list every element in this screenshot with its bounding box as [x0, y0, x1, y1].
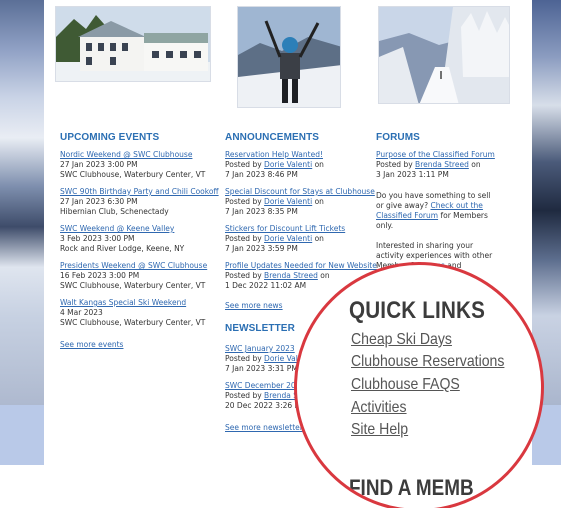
event-item: Presidents Weekend @ SWC Clubhouse 16 Fe… [60, 261, 220, 291]
author-link[interactable]: Dorie Valenti [264, 197, 312, 206]
author-link[interactable]: Dorie Valenti [264, 234, 312, 243]
announcement-byline: Posted by Dorie Valenti on [225, 160, 324, 169]
skier-photo [237, 6, 341, 108]
clubhouse-photo [55, 6, 211, 82]
announcements-heading: ANNOUNCEMENTS [225, 132, 320, 143]
classified-paragraph: Do you have something to sell or give aw… [376, 191, 491, 230]
snowy-trail-photo [378, 6, 510, 104]
announcement-item: Reservation Help Wanted! Posted by Dorie… [225, 150, 375, 180]
forum-topic: Purpose of the Classified Forum Posted b… [376, 150, 506, 180]
author-link[interactable]: Dorie Valenti [264, 160, 312, 169]
author-link[interactable]: Brenda Streed [415, 160, 469, 169]
forum-topic-link[interactable]: Purpose of the Classified Forum [376, 150, 506, 160]
event-link[interactable]: SWC 90th Birthday Party and Chili Cookof… [60, 187, 220, 197]
quick-link-cheap-ski-days[interactable]: Cheap Ski Days [351, 331, 452, 349]
event-item: Walt Kangas Special Ski Weekend 4 Mar 20… [60, 298, 220, 328]
forums-column: FORUMS Purpose of the Classified Forum P… [376, 132, 506, 271]
event-location: Hibernian Club, Schenectady [60, 207, 169, 216]
event-item: SWC Weekend @ Keene Valley 3 Feb 2023 3:… [60, 224, 220, 254]
announcement-date: 7 Jan 2023 8:46 PM [225, 170, 298, 179]
event-date: 4 Mar 2023 [60, 308, 103, 317]
magnifier-overlay: QUICK LINKS Cheap Ski Days Clubhouse Res… [294, 262, 544, 508]
announcement-date: 7 Jan 2023 8:35 PM [225, 207, 298, 216]
event-link[interactable]: SWC Weekend @ Keene Valley [60, 224, 220, 234]
quick-links-heading: QUICK LINKS [349, 297, 486, 324]
event-item: Nordic Weekend @ SWC Clubhouse 27 Jan 20… [60, 150, 220, 180]
announcement-item: Special Discount for Stays at Clubhouse … [225, 187, 375, 217]
forum-date: 3 Jan 2023 1:11 PM [376, 170, 449, 179]
event-date: 3 Feb 2023 3:00 PM [60, 234, 135, 243]
background-photo-left [0, 0, 44, 405]
announcement-link[interactable]: Stickers for Discount Lift Tickets [225, 224, 375, 234]
event-location: Rock and River Lodge, Keene, NY [60, 244, 185, 253]
announcement-byline: Posted by Dorie Valenti on [225, 197, 324, 206]
event-link[interactable]: Walt Kangas Special Ski Weekend [60, 298, 220, 308]
event-link[interactable]: Presidents Weekend @ SWC Clubhouse [60, 261, 220, 271]
quick-link-clubhouse-reservations[interactable]: Clubhouse Reservations [351, 353, 504, 371]
quick-link-activities[interactable]: Activities [351, 399, 407, 417]
event-location: SWC Clubhouse, Waterbury Center, VT [60, 318, 206, 327]
announcement-byline: Posted by Dorie Valenti on [225, 234, 324, 243]
announcement-date: 7 Jan 2023 3:59 PM [225, 244, 298, 253]
upcoming-events-column: UPCOMING EVENTS Nordic Weekend @ SWC Clu… [60, 132, 220, 349]
announcement-item: Stickers for Discount Lift Tickets Poste… [225, 224, 375, 254]
announcement-link[interactable]: Reservation Help Wanted! [225, 150, 375, 160]
event-link[interactable]: Nordic Weekend @ SWC Clubhouse [60, 150, 220, 160]
find-a-member-heading: FIND A MEMB [349, 475, 474, 500]
event-date: 27 Jan 2023 3:00 PM [60, 160, 138, 169]
announcement-link[interactable]: Special Discount for Stays at Clubhouse [225, 187, 375, 197]
forums-heading: FORUMS [376, 132, 420, 143]
event-date: 16 Feb 2023 3:00 PM [60, 271, 140, 280]
event-location: SWC Clubhouse, Waterbury Center, VT [60, 170, 206, 179]
event-date: 27 Jan 2023 6:30 PM [60, 197, 138, 206]
see-more-events-link[interactable]: See more events [60, 340, 220, 349]
quick-link-site-help[interactable]: Site Help [351, 421, 408, 439]
event-item: SWC 90th Birthday Party and Chili Cookof… [60, 187, 220, 217]
upcoming-events-heading: UPCOMING EVENTS [60, 132, 160, 143]
event-location: SWC Clubhouse, Waterbury Center, VT [60, 281, 206, 290]
forum-byline: Posted by Brenda Streed on [376, 160, 481, 169]
quick-link-clubhouse-faqs[interactable]: Clubhouse FAQS [351, 376, 460, 394]
